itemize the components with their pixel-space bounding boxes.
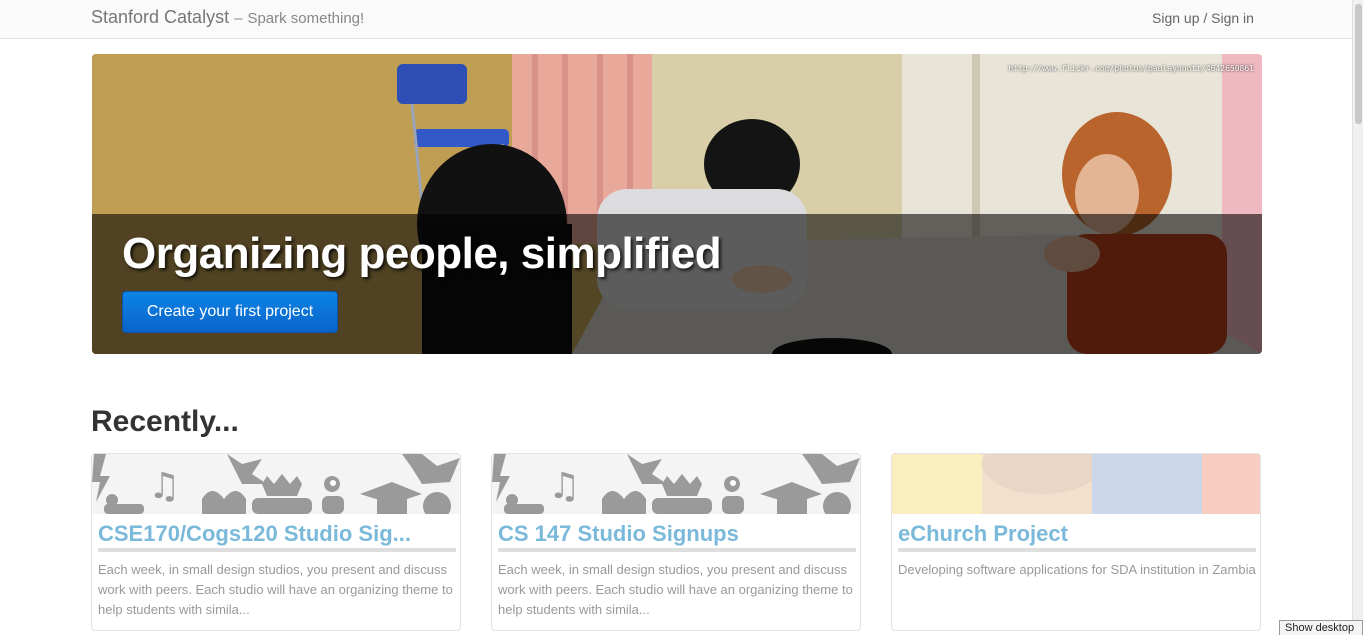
show-desktop-tooltip: Show desktop bbox=[1279, 620, 1363, 635]
card-title[interactable]: CS 147 Studio Signups bbox=[498, 521, 739, 547]
recently-heading: Recently... bbox=[91, 405, 239, 438]
card-title[interactable]: CSE170/Cogs120 Studio Sig... bbox=[98, 521, 411, 547]
svg-text:♫: ♫ bbox=[548, 466, 580, 507]
top-navbar: Stanford Catalyst – Spark something! Sig… bbox=[0, 0, 1363, 39]
brand-name[interactable]: Stanford Catalyst bbox=[91, 7, 229, 27]
project-card[interactable]: ♫ CS 147 Studio Signups Each week, in sm… bbox=[491, 453, 861, 631]
vertical-scrollbar[interactable] bbox=[1352, 0, 1363, 635]
card-title[interactable]: eChurch Project bbox=[898, 521, 1068, 547]
svg-text:♫: ♫ bbox=[148, 466, 180, 507]
card-description: Each week, in small design studios, you … bbox=[498, 562, 853, 617]
scrollbar-thumb[interactable] bbox=[1355, 4, 1362, 124]
icon-pattern-banner: ♫ bbox=[492, 454, 860, 514]
hero-banner: http://www.flickr.com/photos/paulaynnott… bbox=[92, 54, 1262, 354]
project-card[interactable]: eChurch Project Developing software appl… bbox=[891, 453, 1261, 631]
project-card[interactable]: ♫ CSE170/Cogs120 Studio Sig... Each week… bbox=[91, 453, 461, 631]
photo-credit: http://www.flickr.com/photos/paulaynnott… bbox=[1008, 64, 1254, 73]
create-project-button[interactable]: Create your first project bbox=[122, 291, 338, 333]
brand-tagline: Spark something! bbox=[247, 10, 365, 27]
brand-separator: – bbox=[234, 10, 243, 27]
card-description: Each week, in small design studios, you … bbox=[98, 562, 453, 617]
card-divider bbox=[898, 548, 1256, 552]
card-photo-banner bbox=[892, 454, 1260, 514]
signup-signin-link[interactable]: Sign up / Sign in bbox=[1152, 10, 1254, 26]
card-divider bbox=[98, 548, 456, 552]
icon-pattern-banner: ♫ bbox=[92, 454, 460, 514]
card-divider bbox=[498, 548, 856, 552]
card-description: Developing software applications for SDA… bbox=[898, 562, 1256, 577]
hero-headline: Organizing people, simplified bbox=[122, 229, 722, 278]
brand[interactable]: Stanford Catalyst – Spark something! bbox=[91, 7, 364, 28]
